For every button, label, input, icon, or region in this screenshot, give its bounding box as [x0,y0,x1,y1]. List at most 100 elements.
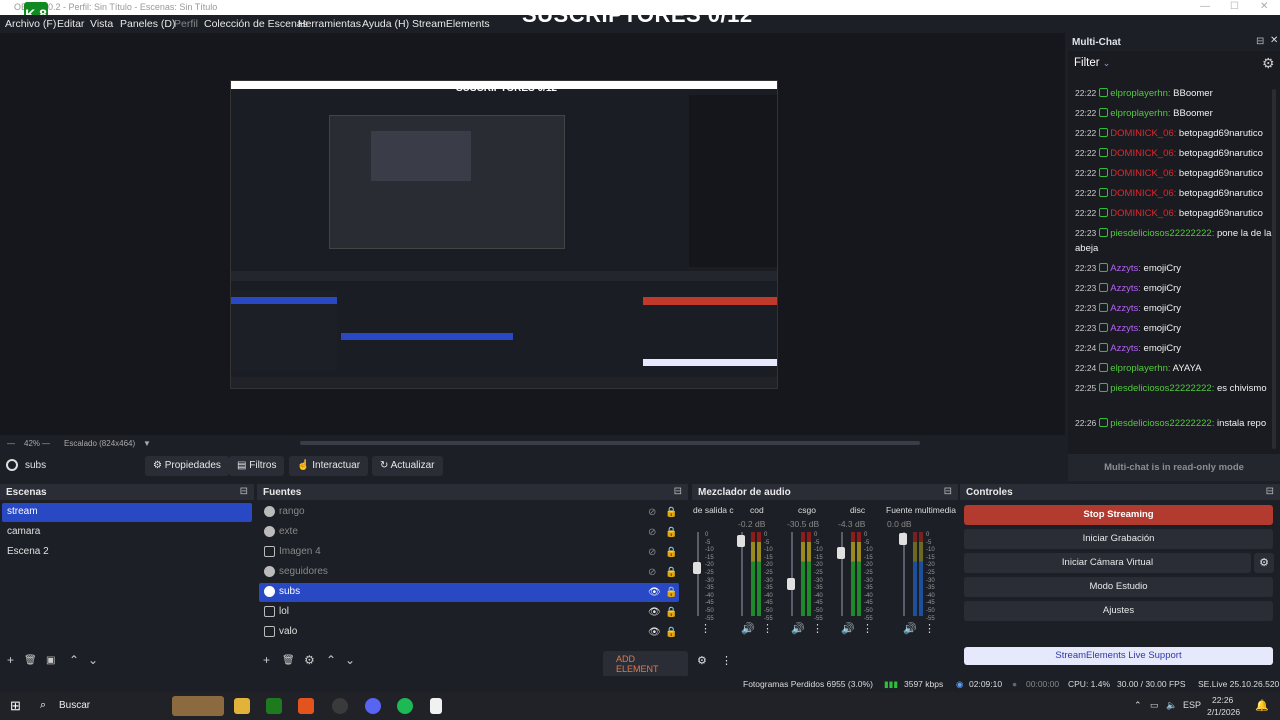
scene-item-stream[interactable]: stream [2,503,252,522]
start-recording-button[interactable]: Iniciar Grabación [964,529,1273,549]
spotify-icon[interactable] [397,698,413,714]
brave-browser-icon[interactable] [298,698,314,714]
menu-ayuda[interactable]: Ayuda (H) [362,18,409,30]
filter-icon[interactable]: ▣ [46,655,55,666]
menu-coleccion-escenas[interactable]: Colección de Escenas [204,18,308,30]
lock-icon[interactable]: 🔒 [665,507,677,518]
taskbar-search[interactable]: Buscar [59,700,90,711]
add-icon[interactable]: + [7,653,14,667]
eye-hidden-icon[interactable]: ⊘ [648,507,658,518]
eye-icon[interactable]: 👁 [648,627,661,638]
menu-editar[interactable]: Editar [57,18,84,30]
speaker-icon[interactable]: 🔊 [903,622,917,635]
arrow-up-icon[interactable]: ⌃ [326,653,336,667]
scene-item-escena-2[interactable]: Escena 2 [2,543,252,562]
speaker-icon[interactable]: 🔊 [741,622,755,635]
arrow-down-icon[interactable]: ⌄ [345,653,355,667]
volume-fader-knob[interactable] [787,578,795,590]
windows-start-icon[interactable]: ⊞ [10,698,21,714]
source-item[interactable]: valo 👁 🔒 [259,623,679,642]
eye-hidden-icon[interactable]: ⊘ [648,567,658,578]
eye-hidden-icon[interactable]: ⊘ [648,547,658,558]
filters-button[interactable]: ▤ Filtros [229,456,285,476]
add-element-button[interactable]: ADD ELEMENT [603,651,688,677]
kebab-menu-icon[interactable]: ⋮ [721,654,732,667]
live-support-button[interactable]: StreamElements Live Support [964,647,1273,665]
eye-hidden-icon[interactable]: ⊘ [648,527,658,538]
language-indicator[interactable]: ESP [1183,700,1201,710]
source-item[interactable]: lol 👁 🔒 [259,603,679,622]
volume-fader-knob[interactable] [837,547,845,559]
undock-icon[interactable]: ⊟ [1256,36,1264,47]
menu-archivo[interactable]: Archivo (F) [5,18,56,30]
add-icon[interactable]: + [263,653,270,667]
volume-fader-knob[interactable] [693,562,701,574]
volume-icon[interactable]: 🔈 [1166,700,1177,711]
menu-paneles[interactable]: Paneles (D) [120,18,175,30]
lock-icon[interactable]: 🔒 [665,527,677,538]
interact-button[interactable]: ☝ Interactuar [289,456,369,476]
trash-icon[interactable]: 🗑 [282,655,295,666]
eye-icon[interactable]: 👁 [648,587,661,598]
lock-icon[interactable]: 🔒 [665,607,677,618]
kebab-menu-icon[interactable]: ⋮ [812,622,823,635]
gear-icon[interactable]: ⚙ [304,653,315,667]
menu-streamelements[interactable]: StreamElements [412,18,490,30]
source-item[interactable]: rango ⊘ 🔒 [259,503,679,522]
dock-menu-icon[interactable]: ⊟ [240,486,248,497]
source-item[interactable]: Imagen 4 ⊘ 🔒 [259,543,679,562]
volume-fader-knob[interactable] [899,533,907,545]
kebab-menu-icon[interactable]: ⋮ [924,622,935,635]
source-item[interactable]: exte ⊘ 🔒 [259,523,679,542]
kebab-menu-icon[interactable]: ⋮ [762,622,773,635]
properties-button[interactable]: ⚙ Propiedades [145,456,229,476]
virtual-camera-settings-gear-icon[interactable]: ⚙ [1254,553,1274,573]
trash-icon[interactable]: 🗑 [24,655,37,666]
volume-fader-knob[interactable] [737,535,745,547]
menu-perfil[interactable]: Perfil [174,18,198,30]
arrow-down-icon[interactable]: ⌄ [88,653,98,667]
file-explorer-icon[interactable] [234,698,250,714]
stop-streaming-button[interactable]: Stop Streaming [964,505,1273,525]
volume-fader[interactable] [841,532,843,616]
search-icon[interactable]: ⌕ [40,699,46,712]
clock-time[interactable]: 22:26 [1212,695,1233,705]
filter-dropdown[interactable]: Filter ⌄ [1074,57,1110,69]
clock-date[interactable]: 2/1/2026 [1207,707,1240,717]
scale-resolution[interactable]: Escalado (824x464) [64,439,135,448]
kebab-menu-icon[interactable]: ⋮ [862,622,873,635]
refresh-button[interactable]: ↻ Actualizar [372,456,443,476]
eye-icon[interactable]: 👁 [648,607,661,618]
minimize-icon[interactable]: — [1200,1,1210,12]
close-icon[interactable]: ✕ [1260,1,1268,12]
zoom-level[interactable]: 42% [24,439,40,448]
gear-icon[interactable]: ⚙ [1262,55,1275,72]
dock-menu-icon[interactable]: ⊟ [1266,486,1274,497]
speaker-icon[interactable]: 🔊 [841,622,855,635]
lock-icon[interactable]: 🔒 [665,547,677,558]
scene-item-camara[interactable]: camara [2,523,252,542]
lock-icon[interactable]: 🔒 [665,587,677,598]
speaker-icon[interactable]: 🔊 [791,622,805,635]
source-item[interactable]: seguidores ⊘ 🔒 [259,563,679,582]
preview-scrollbar[interactable] [300,441,920,445]
start-virtual-camera-button[interactable]: Iniciar Cámara Virtual [964,553,1251,573]
volume-fader[interactable] [791,532,793,616]
discord-icon[interactable] [365,698,381,714]
notepad-icon[interactable] [430,698,442,714]
menu-vista[interactable]: Vista [90,18,113,30]
volume-fader[interactable] [697,532,699,616]
kebab-menu-icon[interactable]: ⋮ [700,622,711,635]
advanced-audio-icon[interactable]: ⚙ [697,654,707,667]
menu-herramientas[interactable]: Herramientas [298,18,361,30]
dock-menu-icon[interactable]: ⊟ [674,486,682,497]
lock-icon[interactable]: 🔒 [665,567,677,578]
studio-mode-button[interactable]: Modo Estudio [964,577,1273,597]
network-icon[interactable]: ▭ [1150,700,1159,711]
obs-icon[interactable] [332,698,348,714]
notifications-icon[interactable]: 🔔 [1255,699,1269,712]
arrow-up-icon[interactable]: ⌃ [69,653,79,667]
lock-icon[interactable]: 🔒 [665,627,677,638]
nvidia-icon[interactable] [266,698,282,714]
chevron-up-icon[interactable]: ⌃ [1134,700,1142,711]
